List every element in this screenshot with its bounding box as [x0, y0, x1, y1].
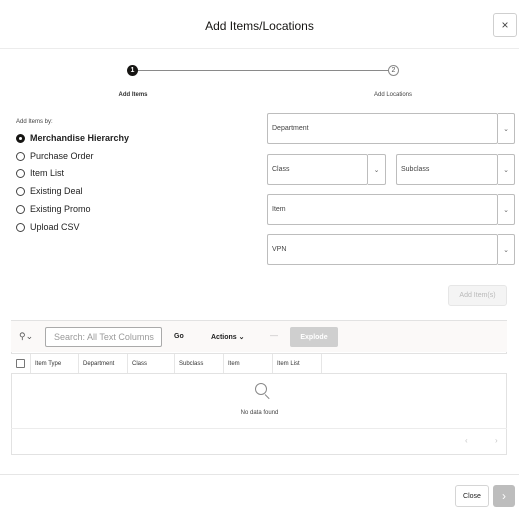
add-items-button[interactable]: Add Item(s): [448, 285, 507, 306]
column-header-item-type[interactable]: Item Type: [31, 354, 79, 373]
subclass-select[interactable]: Subclass: [396, 154, 498, 185]
chevron-down-icon: ⌄: [238, 334, 245, 341]
actions-label: Actions: [211, 334, 237, 341]
subclass-dropdown-button[interactable]: ⌄: [498, 154, 515, 185]
stepper-line: [133, 70, 393, 71]
select-all-cell[interactable]: [11, 354, 31, 373]
radio-icon[interactable]: [16, 168, 25, 178]
radio-existing-promo[interactable]: Existing Promo: [16, 204, 91, 214]
radio-label: Existing Promo: [30, 204, 91, 214]
go-button[interactable]: Go: [174, 333, 184, 340]
department-dropdown-button[interactable]: ⌄: [498, 113, 515, 144]
item-select[interactable]: Item: [267, 194, 498, 225]
vpn-dropdown-button[interactable]: ⌄: [498, 234, 515, 265]
radio-purchase-order[interactable]: Purchase Order: [16, 151, 94, 161]
previous-page-icon[interactable]: ‹: [465, 436, 468, 445]
radio-selected-icon[interactable]: [16, 133, 25, 143]
step-1-label: Add Items: [118, 92, 148, 98]
column-header-subclass[interactable]: Subclass: [175, 354, 224, 373]
report-header-row: Item Type Department Class Subclass Item…: [11, 353, 507, 374]
pagination-divider: [11, 428, 507, 429]
radio-label: Item List: [30, 168, 65, 178]
department-value: Department: [272, 125, 309, 132]
dialog-title: Add Items/Locations: [205, 19, 314, 33]
radio-existing-deal[interactable]: Existing Deal: [16, 186, 83, 196]
close-dialog-button[interactable]: ×: [493, 13, 517, 37]
department-select[interactable]: Department: [267, 113, 498, 144]
chevron-down-icon: ⌄: [503, 166, 509, 174]
radio-item-list[interactable]: Item List: [16, 168, 64, 178]
actions-menu-button[interactable]: Actions ⌄: [211, 333, 245, 341]
item-dropdown-button[interactable]: ⌄: [498, 194, 515, 225]
chevron-right-icon: ›: [502, 489, 506, 503]
step-1-marker: 1: [127, 65, 138, 76]
item-value: Item: [272, 206, 286, 213]
search-input[interactable]: Search: All Text Columns: [45, 327, 162, 347]
chevron-down-icon: ⌄: [503, 125, 509, 133]
column-header-item[interactable]: Item: [224, 354, 273, 373]
vpn-value: VPN: [272, 246, 287, 253]
add-by-label: Add Items by:: [16, 119, 53, 125]
next-page-icon[interactable]: ›: [495, 436, 498, 445]
radio-upload-csv[interactable]: Upload CSV: [16, 222, 80, 232]
explode-button[interactable]: Explode: [290, 327, 338, 347]
column-header-department[interactable]: Department: [79, 354, 128, 373]
footer-divider: [0, 474, 519, 475]
search-icon[interactable]: ⚲⌄: [19, 331, 33, 342]
column-header-class[interactable]: Class: [128, 354, 175, 373]
radio-icon[interactable]: [16, 204, 25, 214]
step-2-label: Add Locations: [373, 92, 413, 98]
chevron-down-icon: ⌄: [373, 166, 380, 174]
class-dropdown-button[interactable]: ⌄: [368, 154, 386, 185]
radio-label: Purchase Order: [30, 151, 94, 161]
radio-icon[interactable]: [16, 222, 25, 232]
radio-icon[interactable]: [16, 186, 25, 196]
select-all-checkbox[interactable]: [16, 359, 25, 368]
radio-label: Merchandise Hierarchy: [30, 133, 130, 143]
header-divider: [0, 48, 519, 49]
chevron-down-icon: ⌄: [503, 206, 509, 214]
radio-icon[interactable]: [16, 151, 25, 161]
column-header-item-list[interactable]: Item List: [273, 354, 322, 373]
close-button[interactable]: Close: [455, 485, 489, 507]
toolbar-separator: —: [270, 331, 278, 340]
subclass-value: Subclass: [401, 166, 430, 173]
no-data-message: No data found: [240, 410, 279, 416]
next-step-button[interactable]: ›: [493, 485, 515, 507]
class-value: Class: [272, 166, 290, 173]
close-icon: ×: [501, 18, 509, 32]
radio-merchandise-hierarchy[interactable]: Merchandise Hierarchy: [16, 133, 129, 143]
radio-label: Upload CSV: [30, 222, 80, 232]
class-select[interactable]: Class: [267, 154, 368, 185]
radio-label: Existing Deal: [30, 186, 83, 196]
chevron-down-icon: ⌄: [503, 246, 509, 254]
step-2-marker: 2: [388, 65, 399, 76]
vpn-select[interactable]: VPN: [267, 234, 498, 265]
